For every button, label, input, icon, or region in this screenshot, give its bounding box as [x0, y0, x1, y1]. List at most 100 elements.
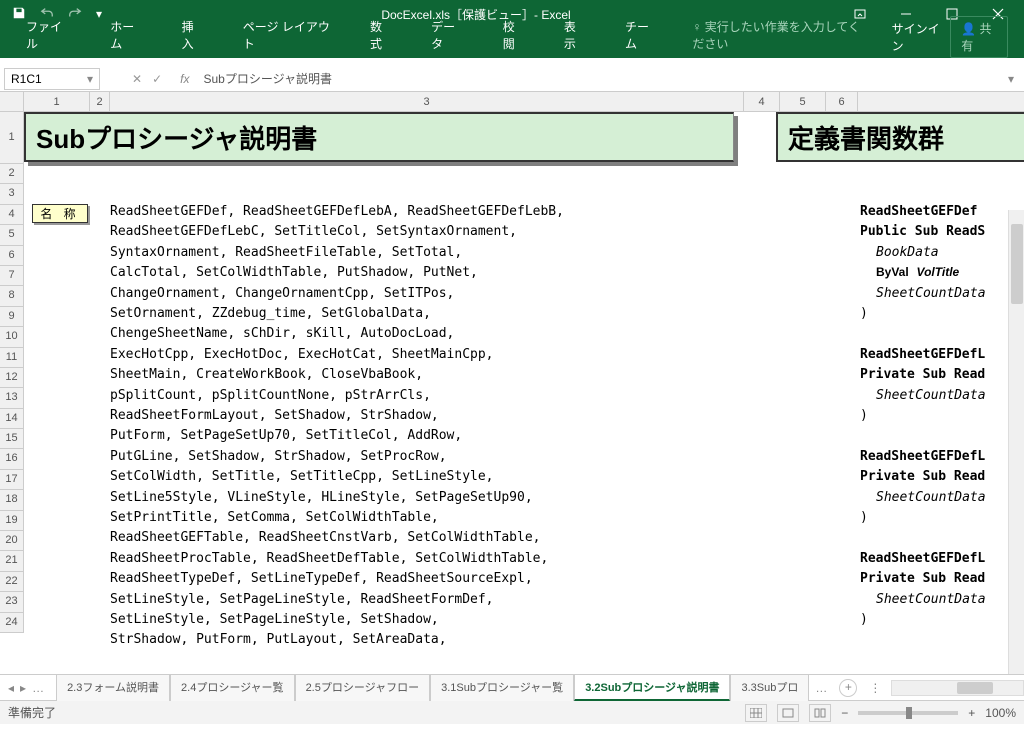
cell-text[interactable]: ReadSheetProcTable, ReadSheetDefTable, S… [110, 551, 548, 566]
cell-text[interactable]: ReadSheetFormLayout, SetShadow, StrShado… [110, 408, 439, 423]
cell-text[interactable]: ReadSheetGEFTable, ReadSheetCnstVarb, Se… [110, 530, 540, 545]
cell-text[interactable]: SetLineStyle, SetPageLineStyle, ReadShee… [110, 592, 494, 607]
tab-nav-more[interactable]: … [32, 681, 44, 695]
cell-text[interactable]: ReadSheetGEFDef [860, 204, 977, 219]
cell-text[interactable]: ChangeOrnament, ChangeOrnamentCpp, SetIT… [110, 286, 454, 301]
col-header[interactable]: 6 [826, 92, 858, 112]
view-pagelayout-icon[interactable] [777, 704, 799, 722]
tab-review[interactable]: 校閲 [487, 12, 540, 58]
cell-text[interactable]: pSplitCount, pSplitCountNone, pStrArrCls… [110, 388, 431, 403]
cell-text[interactable]: StrShadow, PutForm, PutLayout, SetAreaDa… [110, 632, 447, 647]
cell-text[interactable]: BookData [860, 245, 939, 260]
cell-text[interactable]: ReadSheetGEFDefL [860, 551, 985, 566]
tab-data[interactable]: データ [415, 12, 479, 58]
title-cell-left[interactable]: Subプロシージャ説明書 [24, 112, 734, 162]
row-header[interactable]: 12 [0, 368, 24, 388]
row-header[interactable]: 22 [0, 572, 24, 592]
row-header[interactable]: 10 [0, 327, 24, 347]
cell-text[interactable]: SetColWidth, SetTitle, SetTitleCpp, SetL… [110, 469, 494, 484]
chevron-down-icon[interactable]: ▾ [87, 72, 93, 86]
col-header[interactable]: 2 [90, 92, 110, 112]
formula-bar[interactable]: Subプロシージャ説明書 [197, 70, 998, 87]
sheet-tab[interactable]: 2.3フォーム説明書 [56, 674, 170, 701]
zoom-out-button[interactable]: − [841, 706, 848, 720]
row-header[interactable]: 14 [0, 409, 24, 429]
cell-text[interactable]: PutGLine, SetShadow, StrShadow, SetProcR… [110, 449, 447, 464]
row-header[interactable]: 19 [0, 511, 24, 531]
cell-text[interactable]: Public Sub ReadS [860, 224, 985, 239]
row-header[interactable]: 8 [0, 286, 24, 306]
cell-text[interactable]: SetOrnament, ZZdebug_time, SetGlobalData… [110, 306, 431, 321]
redo-icon[interactable] [68, 6, 82, 23]
row-header[interactable]: 7 [0, 266, 24, 286]
cell-text[interactable]: SheetCountData [860, 490, 986, 505]
cell-text[interactable]: ByVal VolTitle [860, 265, 959, 280]
row-header[interactable]: 13 [0, 388, 24, 408]
tab-nav-first[interactable]: ◂ [8, 681, 14, 695]
enter-formula-icon[interactable]: ✓ [152, 72, 162, 86]
cell-text[interactable]: SheetCountData [860, 388, 986, 403]
signin-link[interactable]: サインイン [892, 20, 943, 54]
col-header[interactable]: 5 [780, 92, 826, 112]
cell-text[interactable]: ) [860, 408, 868, 423]
cell-text[interactable]: SetLineStyle, SetPageLineStyle, SetShado… [110, 612, 439, 627]
zoom-slider[interactable] [858, 711, 958, 715]
row-header[interactable]: 11 [0, 348, 24, 368]
cancel-formula-icon[interactable]: ✕ [132, 72, 142, 86]
col-header[interactable]: 3 [110, 92, 744, 112]
col-header[interactable]: 1 [24, 92, 90, 112]
sheet-tab[interactable]: 3.1Subプロシージャー覧 [430, 674, 574, 701]
cell-text[interactable]: Private Sub Read [860, 469, 985, 484]
cell-text[interactable]: Private Sub Read [860, 571, 985, 586]
cell-text[interactable]: ChengeSheetName, sChDir, sKill, AutoDocL… [110, 326, 454, 341]
row-header[interactable]: 17 [0, 470, 24, 490]
row-header[interactable]: 5 [0, 225, 24, 245]
title-cell-right[interactable]: 定義書関数群 [776, 112, 1024, 162]
cell-text[interactable]: ) [860, 510, 868, 525]
cell-text[interactable]: ReadSheetGEFDefL [860, 347, 985, 362]
cell-text[interactable]: SyntaxOrnament, ReadSheetFileTable, SetT… [110, 245, 462, 260]
tab-home[interactable]: ホーム [94, 12, 157, 58]
cell-text[interactable]: ReadSheetGEFDef, ReadSheetGEFDefLebA, Re… [110, 204, 564, 219]
sheet-tab[interactable]: 3.3Subプロ [730, 674, 809, 701]
cell-text[interactable]: ExecHotCpp, ExecHotDoc, ExecHotCat, Shee… [110, 347, 494, 362]
tab-split-icon[interactable]: ⋮ [869, 681, 881, 695]
cell-text[interactable]: ) [860, 612, 868, 627]
cell-text[interactable]: ) [860, 306, 868, 321]
tab-insert[interactable]: 挿入 [166, 12, 219, 58]
cell-text[interactable]: Private Sub Read [860, 367, 985, 382]
cell-text[interactable]: ReadSheetGEFDefL [860, 449, 985, 464]
select-all-corner[interactable] [0, 92, 24, 112]
cell-text[interactable]: SheetCountData [860, 592, 986, 607]
row-header[interactable]: 16 [0, 449, 24, 469]
cell-text[interactable]: SetPrintTitle, SetComma, SetColWidthTabl… [110, 510, 439, 525]
row-header[interactable]: 9 [0, 307, 24, 327]
cell-text[interactable]: CalcTotal, SetColWidthTable, PutShadow, … [110, 265, 478, 280]
row-header[interactable]: 2 [0, 164, 24, 184]
tab-nav-prev[interactable]: ▸ [20, 681, 26, 695]
row-header[interactable]: 23 [0, 592, 24, 612]
sheet-tab[interactable]: 2.4プロシージャー覧 [170, 674, 295, 701]
cell-text[interactable]: PutForm, SetPageSetUp70, SetTitleCol, Ad… [110, 428, 462, 443]
tab-pagelayout[interactable]: ページ レイアウト [227, 12, 346, 58]
meisho-label[interactable]: 名 称 [32, 204, 88, 223]
tab-view[interactable]: 表示 [548, 12, 601, 58]
cell-text[interactable]: ReadSheetGEFDefLebC, SetTitleCol, SetSyn… [110, 224, 517, 239]
name-box[interactable]: R1C1▾ [4, 68, 100, 90]
cell-text[interactable]: SheetCountData [860, 286, 986, 301]
zoom-in-button[interactable]: + [968, 706, 975, 720]
add-sheet-button[interactable]: + [839, 679, 857, 697]
undo-icon[interactable] [40, 6, 54, 23]
fx-icon[interactable]: fx [172, 72, 197, 86]
row-header[interactable]: 6 [0, 246, 24, 266]
horizontal-scrollbar[interactable] [891, 680, 1024, 696]
zoom-level[interactable]: 100% [985, 706, 1016, 720]
view-pagebreak-icon[interactable] [809, 704, 831, 722]
row-header[interactable]: 4 [0, 205, 24, 225]
cell-text[interactable]: ReadSheetTypeDef, SetLineTypeDef, ReadSh… [110, 571, 533, 586]
row-header[interactable]: 3 [0, 184, 24, 204]
tell-me[interactable]: ♀ 実行したい作業を入力してください [680, 12, 883, 58]
row-header[interactable]: 1 [0, 112, 24, 164]
row-header[interactable]: 21 [0, 551, 24, 571]
row-header[interactable]: 15 [0, 429, 24, 449]
